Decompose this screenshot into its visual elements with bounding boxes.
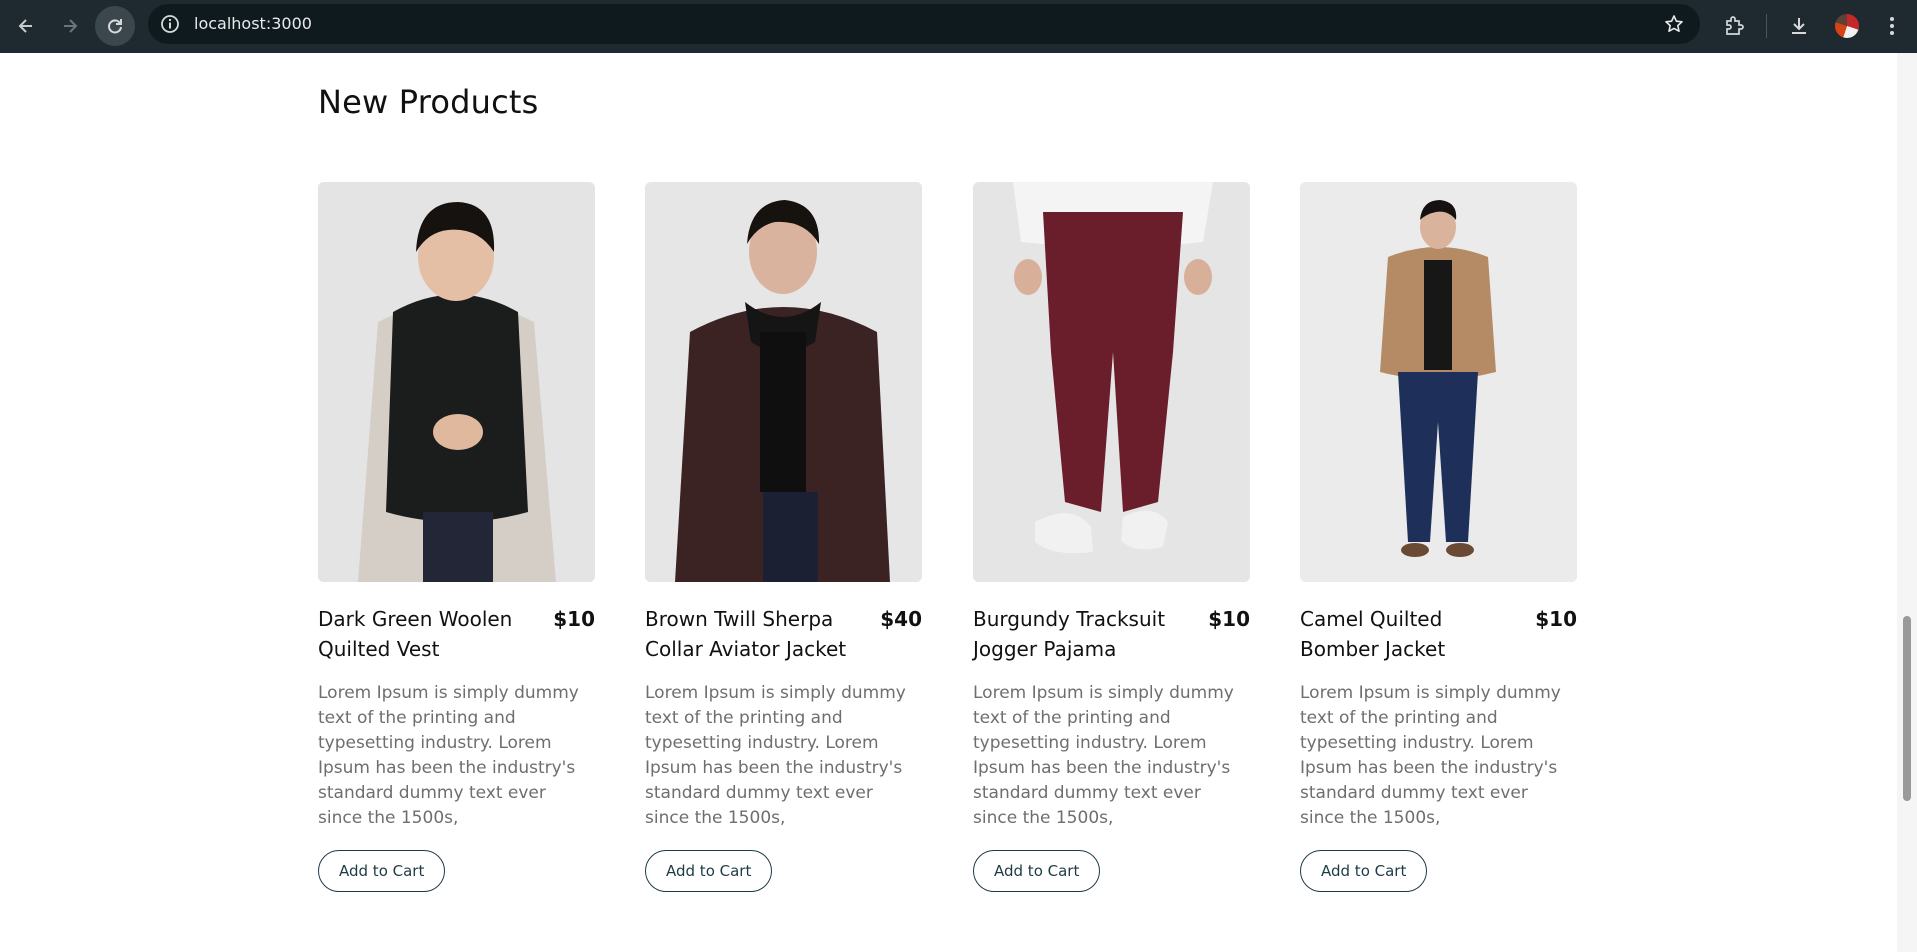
reload-button[interactable] [95,6,135,46]
downloads-button[interactable] [1779,6,1819,46]
back-arrow-icon [18,19,32,33]
product-name[interactable]: Camel Quilted Bomber Jacket [1300,604,1505,664]
product-description: Lorem Ipsum is simply dummy text of the … [973,683,1234,828]
product-image[interactable] [973,182,1250,582]
address-bar[interactable]: localhost:3000 [148,4,1700,44]
product-name[interactable]: Burgundy Tracksuit Jogger Pajama [973,604,1178,664]
more-menu-icon [1890,17,1894,35]
add-to-cart-button[interactable]: Add to Cart [645,850,773,892]
page-content: New Products Dark Green Woolen Quilted V… [0,53,1897,952]
extensions-button[interactable] [1714,6,1754,46]
browser-toolbar: localhost:3000 [0,0,1917,53]
product-name[interactable]: Dark Green Woolen Quilted Vest [318,604,523,664]
product-card: Dark Green Woolen Quilted Vest $10 Lorem… [318,182,595,892]
product-image[interactable] [1300,182,1577,582]
product-price: $40 [880,607,922,631]
product-price: $10 [1535,607,1577,631]
forward-arrow-icon [64,19,78,33]
profile-button[interactable] [1827,6,1867,46]
toolbar-separator [1766,14,1767,38]
product-image[interactable] [645,182,922,582]
product-photo-bomber [1300,182,1577,582]
product-description: Lorem Ipsum is simply dummy text of the … [645,683,906,828]
product-description: Lorem Ipsum is simply dummy text of the … [1300,683,1561,828]
product-name[interactable]: Brown Twill Sherpa Collar Aviator Jacket [645,604,850,664]
site-info-icon[interactable] [160,14,180,34]
product-price: $10 [553,607,595,631]
product-card: Brown Twill Sherpa Collar Aviator Jacket… [645,182,922,892]
more-menu-button[interactable] [1872,6,1912,46]
product-description: Lorem Ipsum is simply dummy text of the … [318,683,579,828]
add-to-cart-button[interactable]: Add to Cart [973,850,1101,892]
forward-button[interactable] [50,6,90,46]
bookmark-star-icon[interactable] [1664,14,1684,34]
product-price: $10 [1208,607,1250,631]
extensions-icon [1726,16,1744,35]
product-card: Camel Quilted Bomber Jacket $10 Lorem Ip… [1300,182,1577,892]
add-to-cart-button[interactable]: Add to Cart [1300,850,1428,892]
reload-icon [108,19,122,34]
add-to-cart-button[interactable]: Add to Cart [318,850,446,892]
product-photo-vest [318,182,595,582]
product-card: Burgundy Tracksuit Jogger Pajama $10 Lor… [973,182,1250,892]
product-image[interactable] [318,182,595,582]
url-text[interactable]: localhost:3000 [194,4,312,44]
profile-avatar [1835,14,1859,38]
product-photo-jogger [973,182,1250,582]
section-title: New Products [318,83,539,121]
scrollbar-thumb[interactable] [1903,616,1911,801]
product-photo-aviator-jacket [645,182,922,582]
download-icon [1792,18,1806,34]
back-button[interactable] [6,6,46,46]
page-scrollbar[interactable] [1897,53,1917,952]
